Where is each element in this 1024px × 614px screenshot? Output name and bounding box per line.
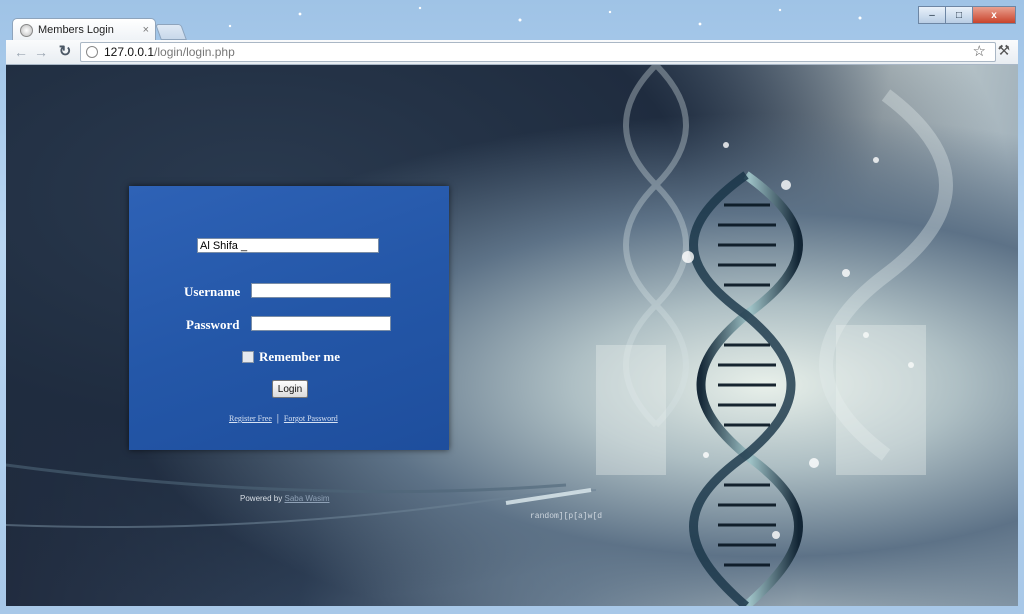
organization-field[interactable] [197,238,379,253]
maximize-button[interactable]: □ [945,6,973,24]
remember-me-row: Remember me [242,349,340,365]
globe-icon [86,46,98,58]
author-link[interactable]: Saba Wasim [284,494,329,503]
browser-window: Members Login × – □ x ← → ↻ 127.0.0.1 /l… [0,0,1024,614]
forward-arrow-icon[interactable]: → [32,43,50,61]
url-path: /login/login.php [154,45,235,59]
reload-icon[interactable]: ↻ [56,43,74,61]
password-label: Password [186,317,240,332]
address-bar[interactable]: 127.0.0.1 /login/login.php [80,42,996,62]
username-label: Username [184,284,241,299]
close-window-button[interactable]: x [972,6,1016,24]
new-tab-button[interactable] [155,24,187,40]
page-viewport: Username Password Remember me Login Regi… [6,65,1018,606]
browser-toolbar: ← → ↻ 127.0.0.1 /login/login.php ☆ ⚒ [6,40,1018,65]
wrench-menu-icon[interactable]: ⚒ [997,42,1010,59]
page-favicon-icon [20,23,33,37]
window-controls: – □ x [918,6,1016,24]
powered-by-text: Powered by [240,494,283,503]
powered-by-footer: Powered by Saba Wasim [240,494,330,503]
username-input[interactable] [251,283,391,298]
tab-close-icon[interactable]: × [143,24,149,36]
register-free-link[interactable]: Register Free [229,414,272,423]
auth-links: Register Free | Forgot Password [229,413,338,424]
brand-watermark: random][p[a]w[d [530,512,603,521]
back-arrow-icon[interactable]: ← [12,43,30,61]
bookmark-star-icon[interactable]: ☆ [973,42,986,60]
remember-me-label: Remember me [259,349,340,364]
remember-me-checkbox[interactable] [242,351,254,363]
forgot-password-link[interactable]: Forgot Password [284,414,338,423]
password-input[interactable] [251,316,391,331]
minimize-button[interactable]: – [918,6,946,24]
tab-members-login[interactable]: Members Login × [12,18,156,41]
url-host: 127.0.0.1 [104,45,155,59]
link-separator: | [276,413,279,424]
login-button[interactable]: Login [272,380,308,398]
tab-title: Members Login [38,24,114,36]
login-panel: Username Password Remember me Login Regi… [129,186,449,450]
